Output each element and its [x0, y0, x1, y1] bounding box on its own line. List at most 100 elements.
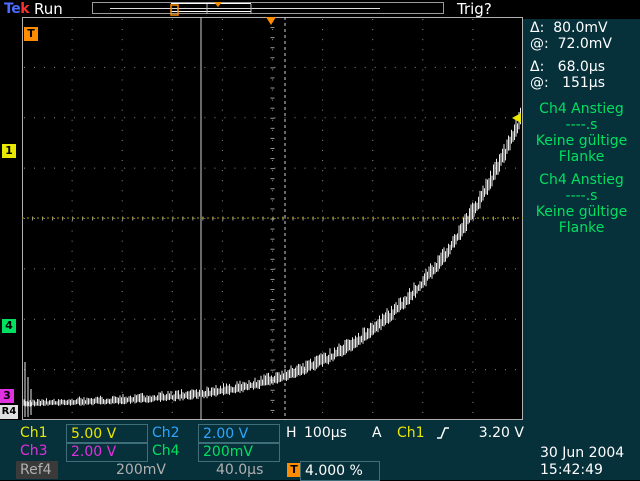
trigger-position-marker[interactable]: T [24, 27, 38, 41]
ch2-label[interactable]: Ch2 [148, 424, 198, 442]
grid-dot [144, 268, 145, 269]
ch3-ground-marker[interactable]: 3 [0, 389, 14, 403]
ch1-scale[interactable]: 5.00 V [66, 424, 148, 444]
center-tick [271, 239, 275, 240]
grid-dot [345, 117, 346, 118]
grid-dot [372, 110, 373, 111]
grid-dot [372, 372, 373, 373]
grid-dot [72, 140, 73, 141]
measurement-1[interactable]: Ch4 Anstieg ----.s Keine gültige Flanke [523, 101, 640, 165]
grid-dot [234, 117, 235, 118]
ref4-label[interactable]: Ref4 [16, 461, 58, 479]
logo-part-1: Te [4, 1, 20, 17]
grid-dot [172, 412, 173, 413]
grid-dot [144, 67, 145, 68]
ch3-label[interactable]: Ch3 [16, 442, 66, 460]
grid-dot [472, 311, 473, 312]
grid-dot [395, 168, 396, 169]
grid-dot [472, 200, 473, 201]
trigger-position-value[interactable]: 4.000 % [300, 461, 380, 481]
ch4-ground-marker[interactable]: 4 [2, 319, 16, 333]
grid-dot [372, 29, 373, 30]
grid-dot [435, 218, 436, 219]
trigger-level[interactable]: 3.20 V [466, 424, 528, 442]
grid-dot [445, 319, 446, 320]
grid-dot [422, 241, 423, 242]
grid-dot [355, 369, 356, 370]
ref4-time: 40.0µs [212, 461, 278, 479]
grid-dot [74, 319, 75, 320]
grid-dot [164, 168, 165, 169]
grid-dot [54, 67, 55, 68]
grid-dot [365, 268, 366, 269]
grid-dot [272, 362, 273, 363]
grid-dot [124, 268, 125, 269]
grid-dot [264, 268, 265, 269]
rising-edge-icon [436, 426, 450, 440]
grid-dot [122, 79, 123, 80]
grid-dot [172, 130, 173, 131]
timebase-value[interactable]: 100µs [300, 424, 364, 442]
grid-dot [365, 67, 366, 68]
ch4-scale[interactable]: 200mV [198, 442, 280, 462]
grid-dot [472, 402, 473, 403]
grid-dot [472, 291, 473, 292]
ch4-level-marker[interactable] [510, 112, 522, 124]
grid-dot [222, 362, 223, 363]
ch1-ground-marker[interactable]: 1 [2, 144, 16, 158]
grid-dot [325, 168, 326, 169]
measurement-2[interactable]: Ch4 Anstieg ----.s Keine gültige Flanke [523, 172, 640, 236]
grid-dot [322, 311, 323, 312]
grid-dot [122, 29, 123, 30]
grid-dot [272, 160, 273, 161]
grid-dot [472, 110, 473, 111]
center-tick [271, 188, 275, 189]
grid-dot [372, 190, 373, 191]
ch2-scale[interactable]: 2.00 V [198, 424, 280, 444]
center-tick [271, 108, 275, 109]
grid-dot [72, 271, 73, 272]
grid-dot [222, 49, 223, 50]
grid-dot [24, 218, 25, 219]
ch3-scale[interactable]: 2.00 V [66, 442, 148, 462]
grid-dot [172, 100, 173, 101]
grid-dot [264, 168, 265, 169]
grid-dot [64, 268, 65, 269]
ch1-label[interactable]: Ch1 [16, 424, 66, 442]
grid-dot [355, 319, 356, 320]
grid-dot [472, 281, 473, 282]
grid-dot [372, 412, 373, 413]
trigger-status: Trig? [457, 0, 492, 18]
grid-dot [322, 140, 323, 141]
grid-dot [372, 392, 373, 393]
grid-dot [172, 382, 173, 383]
grid-dot [295, 218, 296, 219]
grid-dot [472, 331, 473, 332]
grid-dot [515, 369, 516, 370]
grid-dot [172, 79, 173, 80]
grid-dot [485, 168, 486, 169]
center-tick [271, 27, 275, 28]
grid-dot [104, 369, 105, 370]
grid-dot [122, 69, 123, 70]
trigger-source[interactable]: Ch1 [393, 424, 433, 442]
grid-dot [422, 362, 423, 363]
grid-dot [405, 268, 406, 269]
grid-dot [164, 369, 165, 370]
grid-dot [372, 291, 373, 292]
grid-dot [385, 168, 386, 169]
grid-dot [272, 100, 273, 101]
grid-dot [72, 210, 73, 211]
grid-dot [74, 117, 75, 118]
ref4-marker[interactable]: R4 [0, 405, 18, 419]
grid-dot [472, 150, 473, 151]
grid-dot [172, 150, 173, 151]
grid-dot [122, 331, 123, 332]
grid-dot [222, 271, 223, 272]
grid-dot [244, 369, 245, 370]
grid-dot [194, 117, 195, 118]
grid-dot [172, 180, 173, 181]
ch4-label[interactable]: Ch4 [148, 442, 198, 460]
grid-dot [275, 319, 276, 320]
cursor-av-value: 72.0mV [558, 36, 612, 52]
